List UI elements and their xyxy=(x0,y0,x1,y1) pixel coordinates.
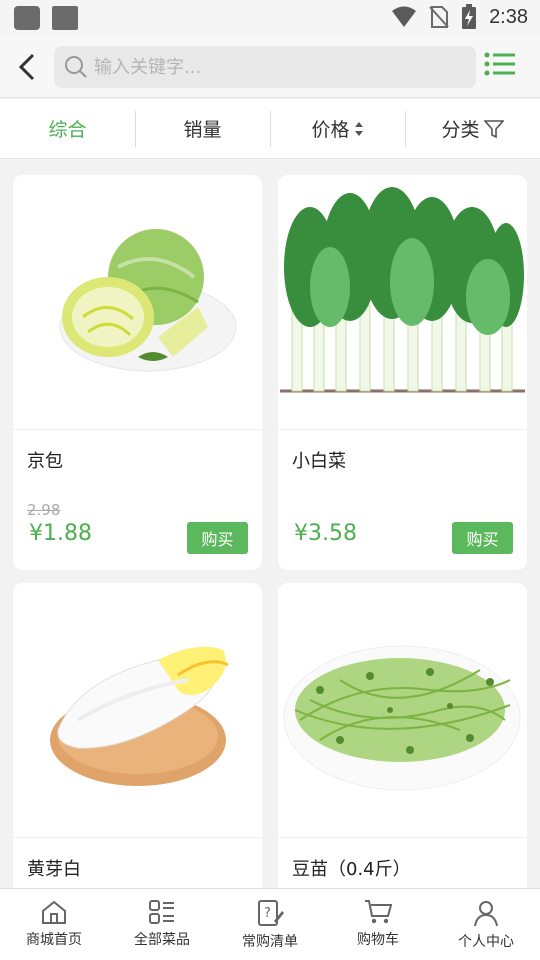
no-sim-icon xyxy=(429,6,449,28)
notification-icons xyxy=(14,6,78,30)
search-icon xyxy=(65,56,87,78)
product-card[interactable]: 京包 2.98 ¥1.88 购买 xyxy=(13,175,262,570)
nav-label: 购物车 xyxy=(357,932,399,948)
clock: 2:38 xyxy=(489,5,528,28)
filter-tab-label: 价格 xyxy=(311,119,350,141)
filter-funnel-icon xyxy=(483,119,504,138)
buy-button[interactable]: 购买 xyxy=(187,522,248,554)
product-name: 豆苗（0.4斤） xyxy=(292,859,411,880)
cart-icon xyxy=(365,900,392,924)
filter-tab-label: 综合 xyxy=(48,119,87,141)
search-box[interactable] xyxy=(54,46,476,88)
product-price: ¥3.58 xyxy=(294,521,357,546)
battery-charging-icon xyxy=(462,4,477,29)
product-name: 黄芽白 xyxy=(27,859,81,880)
product-name: 小白菜 xyxy=(292,451,346,472)
filter-tab-label: 销量 xyxy=(183,119,222,141)
nav-label: 商城首页 xyxy=(26,932,82,948)
nav-label: 个人中心 xyxy=(458,934,514,950)
original-price: 2.98 xyxy=(27,501,61,519)
svg-text:?: ? xyxy=(264,906,271,921)
home-icon xyxy=(42,900,66,924)
product-price: ¥1.88 xyxy=(29,521,92,546)
filter-tab-category[interactable]: 分类 xyxy=(405,99,540,158)
category-icon xyxy=(149,900,174,924)
nav-item-all-products[interactable]: 全部菜品 xyxy=(108,889,216,960)
product-image[interactable] xyxy=(278,175,527,430)
filter-tab-label: 分类 xyxy=(441,119,480,141)
product-image[interactable] xyxy=(278,583,527,838)
list-menu-icon xyxy=(484,52,515,76)
filter-tab-comprehensive[interactable]: 综合 xyxy=(0,99,135,158)
list-view-button[interactable] xyxy=(484,52,516,80)
chevron-left-icon xyxy=(18,53,35,81)
filter-bar: 综合 销量 价格 分类 xyxy=(0,99,540,159)
nav-label: 全部菜品 xyxy=(134,932,190,948)
product-card[interactable]: 黄芽白 xyxy=(13,583,262,903)
bottom-nav: 商城首页 全部菜品 ? 常购清单 购物车 个人中心 xyxy=(0,888,540,960)
notification-icon xyxy=(14,6,40,30)
napa-cabbage-image xyxy=(49,646,229,786)
product-image[interactable] xyxy=(13,583,262,838)
nav-label: 常购清单 xyxy=(242,934,298,950)
notification-icon xyxy=(52,6,78,30)
nav-item-home[interactable]: 商城首页 xyxy=(0,889,108,960)
sort-arrows-icon xyxy=(354,121,363,136)
pea-shoots-image xyxy=(283,645,521,791)
header xyxy=(0,36,540,98)
status-bar: 2:38 xyxy=(0,0,540,36)
wifi-icon xyxy=(392,6,417,27)
nav-item-frequent-list[interactable]: ? 常购清单 xyxy=(216,889,324,960)
product-card[interactable]: 豆苗（0.4斤） xyxy=(278,583,527,903)
product-card[interactable]: 小白菜 ¥3.58 购买 xyxy=(278,175,527,570)
buy-button[interactable]: 购买 xyxy=(452,522,513,554)
search-input[interactable] xyxy=(94,56,454,78)
cabbage-image xyxy=(59,229,236,372)
product-name: 京包 xyxy=(27,451,63,472)
bok-choy-image xyxy=(280,187,525,393)
filter-tab-price[interactable]: 价格 xyxy=(270,99,405,158)
nav-item-profile[interactable]: 个人中心 xyxy=(432,889,540,960)
filter-tab-sales[interactable]: 销量 xyxy=(135,99,270,158)
product-image[interactable] xyxy=(13,175,262,430)
back-button[interactable] xyxy=(12,50,42,84)
nav-item-cart[interactable]: 购物车 xyxy=(324,889,432,960)
user-icon xyxy=(474,901,498,927)
list-edit-icon: ? xyxy=(258,900,284,926)
